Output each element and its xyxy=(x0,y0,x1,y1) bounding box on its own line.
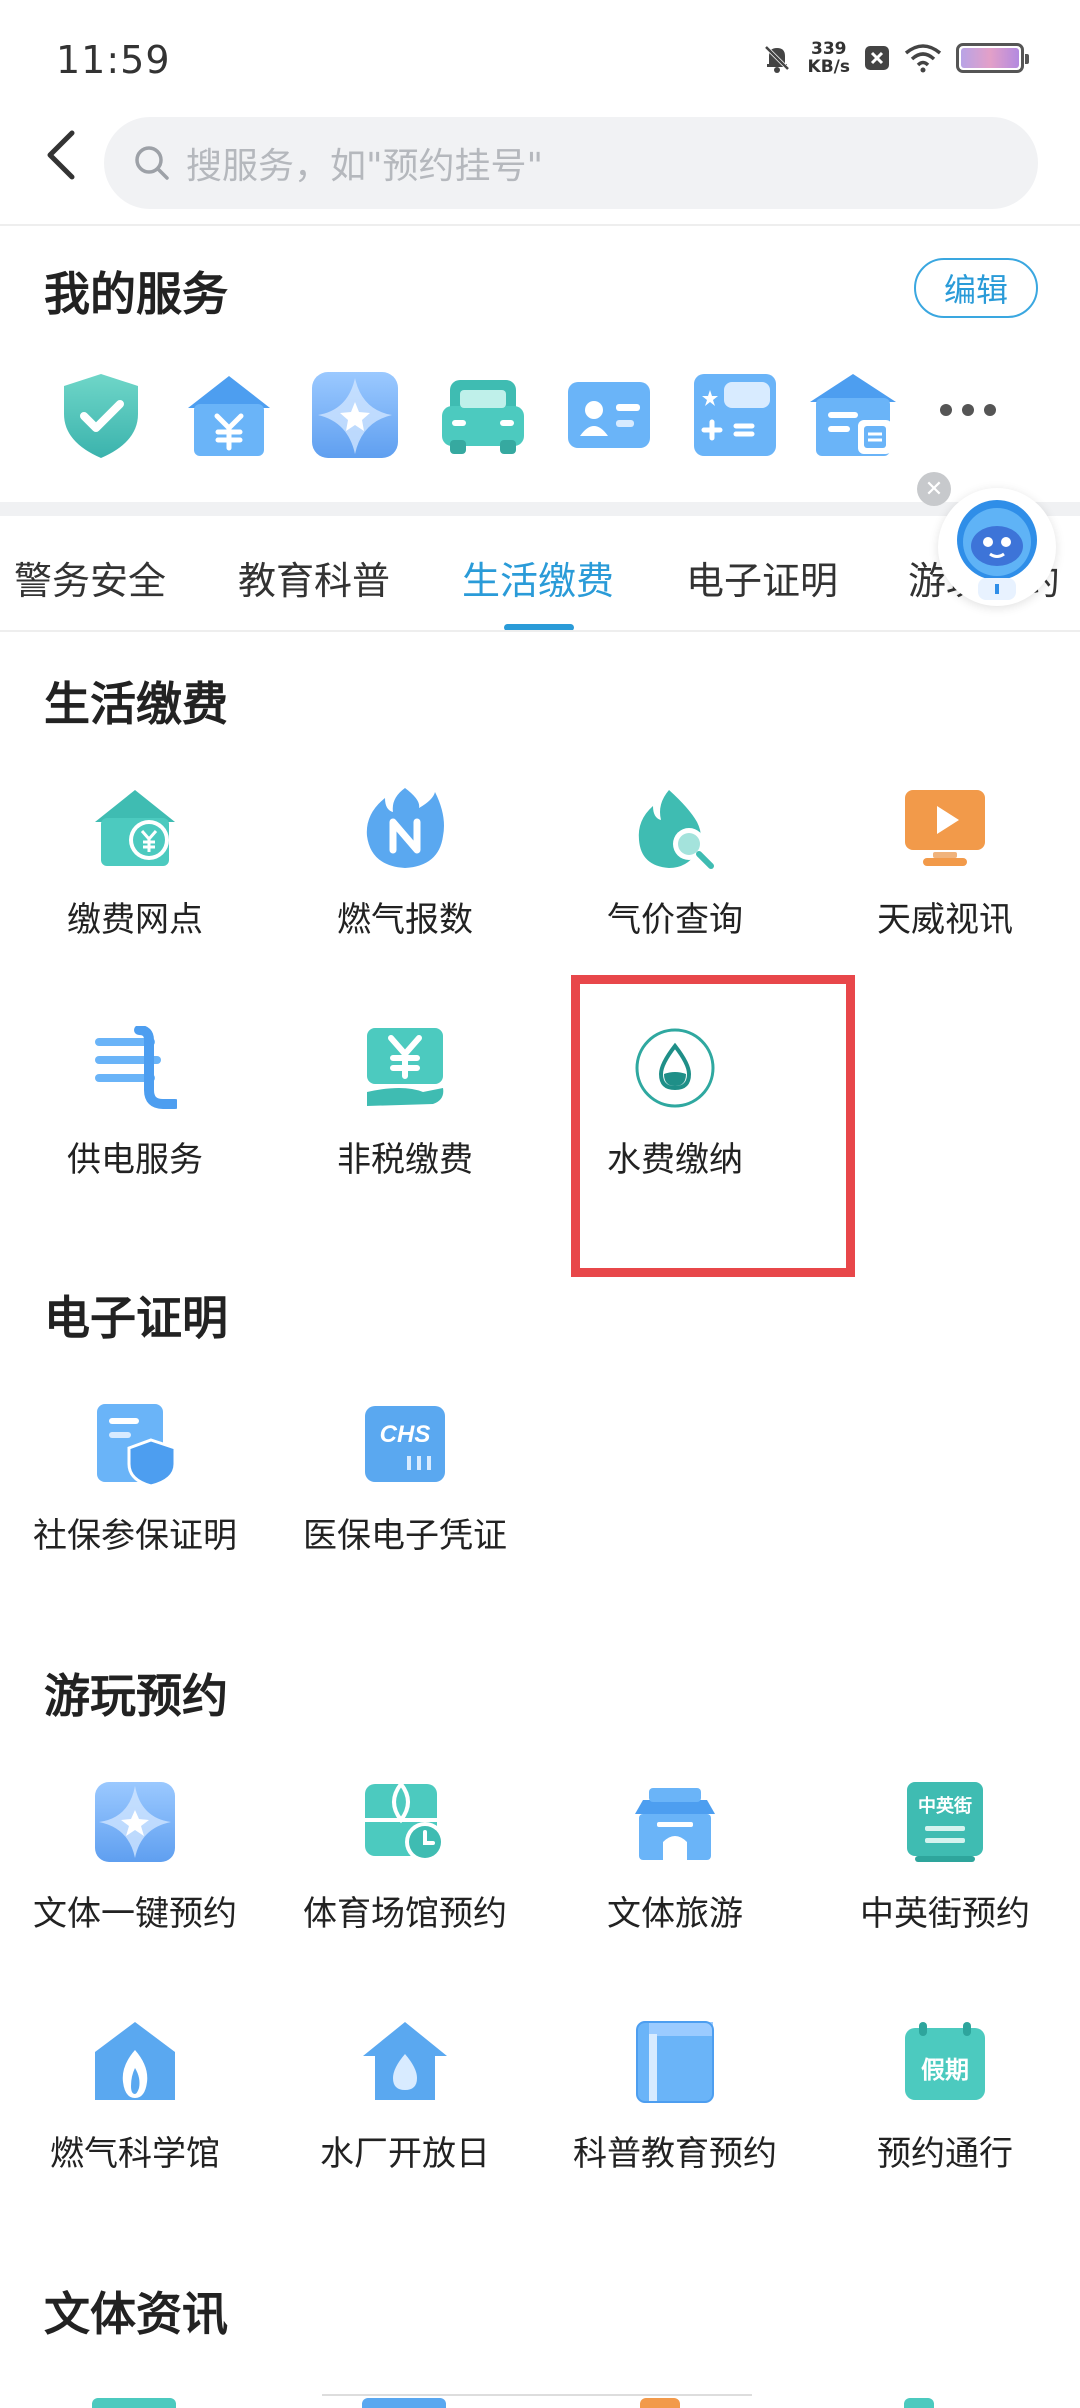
header-divider xyxy=(0,224,1080,226)
service-booking-pass[interactable]: 假期 预约通行 xyxy=(810,2020,1080,2220)
service-social-security-cert[interactable]: 社保参保证明 xyxy=(0,1402,270,1602)
service-label: 供电服务 xyxy=(67,1140,203,1180)
my-services-title: 我的服务 xyxy=(44,267,228,321)
my-services-icons xyxy=(56,370,1046,460)
tab-education[interactable]: 教育科普 xyxy=(238,550,390,605)
service-non-tax-payment[interactable]: 非税缴费 xyxy=(270,1026,540,1226)
close-box-icon xyxy=(865,46,889,70)
service-label: 非税缴费 xyxy=(337,1140,473,1180)
search-icon xyxy=(135,146,169,180)
service-stadium-booking[interactable]: 体育场馆预约 xyxy=(270,1780,540,1980)
search-input[interactable]: 搜服务，如"预约挂号" xyxy=(104,117,1038,209)
category-tabs: 警务安全 教育科普 生活缴费 电子证明 游玩预约 xyxy=(0,540,1080,632)
star-badge-icon[interactable] xyxy=(310,370,400,460)
service-label: 水厂开放日 xyxy=(320,2134,490,2174)
tab-e-cert[interactable]: 电子证明 xyxy=(686,550,838,605)
power-service-icon xyxy=(95,1026,177,1109)
status-time: 11:59 xyxy=(56,38,171,82)
more-services-icon[interactable] xyxy=(940,404,996,416)
service-power[interactable]: 供电服务 xyxy=(0,1026,270,1226)
tabs-divider xyxy=(0,630,1080,632)
service-label: 燃气报数 xyxy=(337,900,473,940)
service-label: 预约通行 xyxy=(877,2134,1013,2174)
flame-house-icon xyxy=(95,2022,175,2100)
star-booking-icon xyxy=(95,1782,175,1862)
holiday-calendar-icon: 假期 xyxy=(905,2022,985,2100)
section-title-culture-news: 文体资讯 xyxy=(44,2287,228,2341)
sign-board-icon: 中英街 xyxy=(907,1782,983,1862)
service-gas-report[interactable]: 燃气报数 xyxy=(270,786,540,986)
id-card-icon[interactable] xyxy=(564,370,654,460)
building-list-icon[interactable] xyxy=(808,370,898,460)
back-arrow-icon[interactable] xyxy=(36,125,96,185)
gas-price-query-icon xyxy=(638,790,714,869)
car-icon[interactable] xyxy=(438,370,528,460)
yuan-house-icon[interactable] xyxy=(184,370,274,460)
calculator-icon[interactable] xyxy=(690,370,780,460)
edit-button[interactable]: 编辑 xyxy=(914,258,1038,318)
status-icons: 339 KB/s xyxy=(760,40,1029,76)
service-label: 医保电子凭证 xyxy=(303,1516,507,1556)
battery-icon xyxy=(956,43,1029,73)
close-assistant-button[interactable]: ✕ xyxy=(917,472,951,506)
highlight-box xyxy=(571,975,855,1277)
service-label: 社保参保证明 xyxy=(33,1516,237,1556)
gate-building-icon xyxy=(635,1788,715,1860)
status-bar: 11:59 339 KB/s xyxy=(0,0,1080,110)
service-label: 科普教育预约 xyxy=(573,2134,777,2174)
service-label: 气价查询 xyxy=(607,900,743,940)
holiday-icon-text: 假期 xyxy=(921,2056,969,2084)
section-divider xyxy=(0,502,1080,516)
service-tv-play[interactable]: 天威视讯 xyxy=(810,786,1080,986)
assistant-robot-icon[interactable] xyxy=(938,488,1056,606)
section-title-e-cert: 电子证明 xyxy=(44,1291,228,1345)
social-security-cert-icon xyxy=(97,1404,177,1486)
chs-medical-cert-icon: CHS xyxy=(365,1406,445,1482)
service-gas-science-museum[interactable]: 燃气科学馆 xyxy=(0,2020,270,2220)
payment-point-icon xyxy=(95,790,175,866)
chs-icon-text: CHS xyxy=(380,1421,431,1448)
service-star-booking[interactable]: 文体一键预约 xyxy=(0,1780,270,1980)
service-label: 文体一键预约 xyxy=(33,1894,237,1934)
section-title-leisure: 游玩预约 xyxy=(44,1669,228,1723)
service-label: 文体旅游 xyxy=(607,1894,743,1934)
network-speed: 339 KB/s xyxy=(808,40,850,76)
service-culture-tourism[interactable]: 文体旅游 xyxy=(540,1780,810,1980)
tab-police-safety[interactable]: 警务安全 xyxy=(14,550,166,605)
wifi-icon xyxy=(904,44,942,73)
service-chs-medical-cert[interactable]: CHS 医保电子凭证 xyxy=(270,1402,540,1602)
service-label: 燃气科学馆 xyxy=(50,2134,220,2174)
sign-board-text: 中英街 xyxy=(918,1795,972,1817)
section-title-life-payment: 生活缴费 xyxy=(44,677,228,731)
search-placeholder: 搜服务，如"预约挂号" xyxy=(186,146,544,187)
culture-news-list-partial xyxy=(0,2380,1080,2408)
service-payment-point[interactable]: 缴费网点 xyxy=(0,786,270,986)
service-water-plant-open-day[interactable]: 水厂开放日 xyxy=(270,2020,540,2220)
mute-bell-icon xyxy=(764,45,789,73)
tv-play-icon xyxy=(905,790,985,866)
service-science-education-booking[interactable]: 科普教育预约 xyxy=(540,2020,810,2220)
network-speed-value: 339 xyxy=(811,39,847,59)
stadium-clock-icon xyxy=(365,1782,445,1862)
service-label: 天威视讯 xyxy=(877,900,1013,940)
service-label: 体育场馆预约 xyxy=(303,1894,507,1934)
tab-life-payment[interactable]: 生活缴费 xyxy=(462,550,614,605)
water-house-icon xyxy=(363,2022,447,2100)
service-gas-price-query[interactable]: 气价查询 xyxy=(540,786,810,986)
shield-check-icon[interactable] xyxy=(56,370,146,460)
network-speed-unit: KB/s xyxy=(807,57,850,77)
service-label: 中英街预约 xyxy=(860,1894,1030,1934)
gas-report-icon xyxy=(366,788,444,868)
service-label: 缴费网点 xyxy=(67,900,203,940)
service-zhongying-street[interactable]: 中英街 中英街预约 xyxy=(810,1780,1080,1980)
non-tax-payment-icon xyxy=(367,1028,444,1106)
book-icon xyxy=(636,2021,714,2103)
